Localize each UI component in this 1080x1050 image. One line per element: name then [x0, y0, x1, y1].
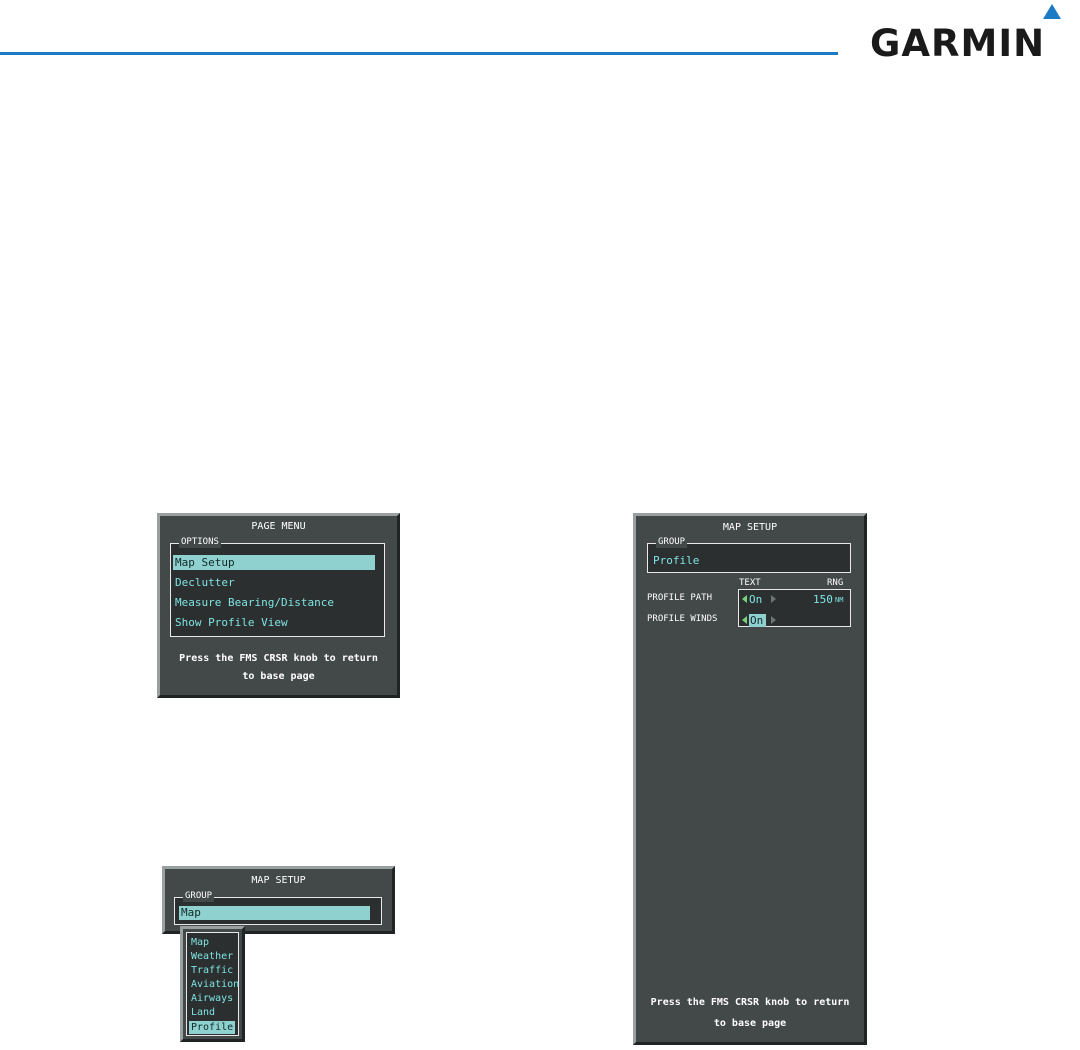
dropdown-option-land[interactable]: Land [189, 1006, 235, 1019]
dropdown-option-profile[interactable]: Profile [189, 1021, 235, 1034]
row-label-profile-path: PROFILE PATH [647, 593, 713, 603]
menu-item-measure-bearing-distance[interactable]: Measure Bearing/Distance [173, 595, 375, 610]
map-setup-profile-window: MAP SETUP GROUP Profile TEXT RNG PROFILE… [633, 513, 867, 1045]
profile-path-range-value[interactable]: 150 [813, 593, 833, 606]
dropdown-option-map[interactable]: Map [189, 936, 235, 949]
profile-path-text-value[interactable]: On [749, 593, 762, 606]
menu-item-declutter[interactable]: Declutter [173, 575, 375, 590]
right-arrow-icon[interactable] [771, 616, 776, 624]
map-setup-profile-title: MAP SETUP [722, 522, 778, 533]
profile-path-range-unit: NM [835, 596, 844, 604]
group-label-small: GROUP [183, 890, 215, 902]
column-header-rng: RNG [827, 578, 844, 588]
profile-winds-text-value[interactable]: On [749, 614, 767, 627]
profile-footer-line2: to base page [713, 1018, 787, 1029]
header-rule [0, 52, 838, 55]
menu-item-map-setup[interactable]: Map Setup [173, 555, 375, 570]
page-menu-window: PAGE MENU OPTIONS Map Setup Declutter Me… [157, 513, 400, 698]
dropdown-option-airways[interactable]: Airways [189, 992, 235, 1005]
map-setup-small-title: MAP SETUP [251, 875, 306, 886]
group-dropdown: Map Weather Traffic Aviation Airways Lan… [180, 926, 245, 1042]
left-arrow-icon[interactable] [742, 595, 747, 603]
group-dropdown-list: Map Weather Traffic Aviation Airways Lan… [186, 932, 239, 1036]
profile-footer-line1: Press the FMS CRSR knob to return [650, 997, 850, 1008]
dropdown-option-weather[interactable]: Weather [189, 950, 235, 963]
options-label: OPTIONS [179, 536, 221, 548]
menu-item-show-profile-view[interactable]: Show Profile View [173, 615, 375, 630]
left-arrow-icon[interactable] [742, 616, 747, 624]
group-field-profile[interactable]: Profile [653, 554, 699, 568]
garmin-logo: GARMIN [870, 22, 1046, 65]
page-menu-title: PAGE MENU [251, 521, 306, 532]
column-header-text: TEXT [739, 578, 761, 588]
dropdown-option-aviation[interactable]: Aviation [189, 978, 239, 991]
group-box-small: GROUP Map [174, 890, 382, 925]
page-menu-footer-line1: Press the FMS CRSR knob to return [179, 653, 378, 664]
group-box-profile: GROUP Profile [647, 536, 851, 573]
dropdown-option-traffic[interactable]: Traffic [189, 964, 235, 977]
page-menu-footer-line2: to base page [242, 671, 315, 682]
group-label-profile: GROUP [656, 536, 688, 548]
group-field-map[interactable]: Map [179, 906, 370, 920]
map-setup-small-window: MAP SETUP GROUP Map [162, 866, 395, 934]
right-arrow-icon[interactable] [771, 595, 776, 603]
row-label-profile-winds: PROFILE WINDS [647, 614, 718, 624]
garmin-logo-triangle-icon [1043, 4, 1061, 19]
